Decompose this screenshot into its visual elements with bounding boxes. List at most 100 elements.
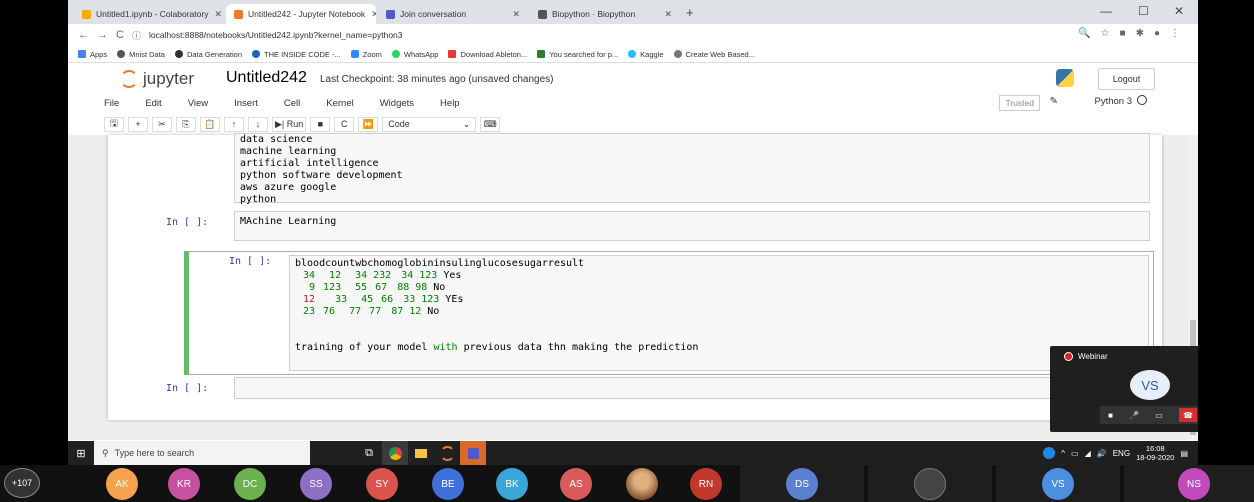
- more-participants-badge[interactable]: +107: [4, 468, 40, 498]
- bookmark-createweb[interactable]: Create Web Based...: [673, 50, 755, 59]
- star-icon[interactable]: ☆: [1101, 28, 1110, 39]
- task-view-icon[interactable]: ⧉: [356, 441, 382, 465]
- help-icon[interactable]: [1043, 447, 1056, 459]
- participant-avatar[interactable]: KR: [168, 468, 200, 500]
- close-icon[interactable]: ✕: [208, 9, 222, 20]
- url-field[interactable]: localhost:8888/notebooks/Untitled242.ipy…: [149, 30, 403, 40]
- code-cell-1[interactable]: data science machine learning artificial…: [116, 133, 1154, 205]
- stop-icon[interactable]: ■: [310, 116, 331, 132]
- jupyter-app-icon[interactable]: [434, 441, 460, 465]
- profile-icon[interactable]: ●: [1154, 28, 1160, 39]
- chrome-icon[interactable]: [382, 441, 408, 465]
- command-palette-icon[interactable]: ⌨: [480, 116, 501, 132]
- cell-input[interactable]: bloodcountwbchomoglobininsulinglucosesug…: [289, 255, 1149, 371]
- volume-icon[interactable]: 🔊: [1097, 449, 1107, 458]
- taskbar-search[interactable]: ⚲ Type here to search: [94, 441, 310, 465]
- participant-photo-avatar[interactable]: [914, 468, 946, 500]
- bookmark-apps[interactable]: Apps: [78, 50, 107, 59]
- cell-type-select[interactable]: Code ⌄: [382, 116, 477, 132]
- menu-insert[interactable]: Insert: [234, 98, 258, 109]
- menu-help[interactable]: Help: [440, 98, 460, 109]
- menu-file[interactable]: File: [104, 98, 119, 109]
- participant-avatar[interactable]: BK: [496, 468, 528, 500]
- jupyter-logo[interactable]: jupyter: [120, 69, 194, 89]
- bookmark-search[interactable]: You searched for p...: [537, 50, 618, 59]
- tab-teams[interactable]: Join conversation ✕: [378, 4, 528, 24]
- code-cell-3-selected[interactable]: In [ ]: bloodcountwbchomoglobininsulingl…: [184, 251, 1154, 375]
- participant-avatar[interactable]: NS: [1178, 468, 1210, 500]
- new-tab-icon[interactable]: +: [686, 5, 694, 20]
- close-icon[interactable]: ✕: [506, 9, 520, 20]
- copy-icon[interactable]: ⎘: [176, 116, 196, 132]
- clock[interactable]: 16:08 18-09-2020: [1136, 444, 1174, 462]
- menu-edit[interactable]: Edit: [145, 98, 161, 109]
- participant-avatar[interactable]: AS: [560, 468, 592, 500]
- menu-cell[interactable]: Cell: [284, 98, 300, 109]
- kernel-name[interactable]: Python 3: [1095, 96, 1133, 107]
- participant-avatar[interactable]: SS: [300, 468, 332, 500]
- menu-widgets[interactable]: Widgets: [380, 98, 414, 109]
- participant-photo-avatar[interactable]: [626, 468, 658, 500]
- run-button[interactable]: ▶| Run: [272, 116, 307, 132]
- menu-kernel[interactable]: Kernel: [326, 98, 353, 109]
- tab-colab[interactable]: Untitled1.ipynb - Colaboratory ✕: [74, 4, 224, 24]
- tab-jupyter[interactable]: Untitled242 - Jupyter Notebook ✕: [226, 4, 376, 24]
- trusted-badge[interactable]: Trusted: [999, 95, 1040, 111]
- bookmark-zoom[interactable]: Zoom: [350, 50, 382, 59]
- language-indicator[interactable]: ENG: [1113, 449, 1130, 458]
- bookmark-whatsapp[interactable]: WhatsApp: [391, 50, 438, 59]
- notebook-title[interactable]: Untitled242: [226, 69, 307, 87]
- zoom-icon[interactable]: 🔍: [1078, 28, 1090, 39]
- pencil-icon[interactable]: ✎: [1050, 96, 1058, 107]
- chevron-up-icon[interactable]: ^: [1061, 449, 1065, 458]
- share-screen-icon[interactable]: ▭: [1155, 411, 1163, 420]
- participant-avatar[interactable]: BE: [432, 468, 464, 500]
- maximize-icon[interactable]: ☐: [1138, 4, 1149, 18]
- camera-icon[interactable]: ■: [1108, 411, 1113, 420]
- logout-button[interactable]: Logout: [1098, 68, 1155, 90]
- participant-avatar[interactable]: AK: [106, 468, 138, 500]
- cell-input[interactable]: [234, 377, 1150, 399]
- bookmark-insidecode[interactable]: THE INSIDE CODE -...: [252, 50, 341, 59]
- close-window-icon[interactable]: ✕: [1174, 4, 1184, 18]
- webinar-panel[interactable]: Webinar — VS ■ 🎤 ▭ ☎: [1050, 346, 1198, 432]
- battery-icon[interactable]: ▭: [1071, 449, 1079, 458]
- minimize-icon[interactable]: —: [1100, 4, 1112, 18]
- restart-icon[interactable]: C: [334, 116, 355, 132]
- file-explorer-icon[interactable]: [408, 441, 434, 465]
- move-down-icon[interactable]: ↓: [248, 116, 268, 132]
- hang-up-icon[interactable]: ☎: [1178, 408, 1197, 422]
- participant-avatar[interactable]: SY: [366, 468, 398, 500]
- nav-arrows-icon[interactable]: ←→C: [78, 29, 132, 41]
- participant-avatar[interactable]: DS: [786, 468, 818, 500]
- bookmark-kaggle[interactable]: Kaggle: [628, 50, 664, 59]
- notifications-icon[interactable]: ▤: [1180, 449, 1188, 458]
- fast-forward-icon[interactable]: ⏩: [358, 116, 379, 132]
- bookmark-mnist[interactable]: Mnist Data: [117, 50, 165, 59]
- menu-view[interactable]: View: [188, 98, 208, 109]
- cut-icon[interactable]: ✂: [152, 116, 172, 132]
- network-icon[interactable]: ◢: [1085, 449, 1091, 458]
- bookmark-datagen[interactable]: Data Generation: [174, 50, 242, 59]
- cell-input[interactable]: MAchine Learning: [234, 211, 1150, 241]
- participant-avatar[interactable]: DC: [234, 468, 266, 500]
- paste-icon[interactable]: 📋: [200, 116, 220, 132]
- move-up-icon[interactable]: ↑: [224, 116, 244, 132]
- windows-start-icon[interactable]: ⊞: [68, 441, 94, 465]
- cell-input[interactable]: data science machine learning artificial…: [234, 133, 1150, 205]
- mic-icon[interactable]: 🎤: [1129, 411, 1139, 420]
- close-icon[interactable]: ✕: [658, 9, 672, 20]
- insert-cell-icon[interactable]: +: [128, 116, 148, 132]
- extension-icon[interactable]: ■: [1120, 28, 1126, 39]
- participant-avatar[interactable]: VS: [1042, 468, 1074, 500]
- save-icon[interactable]: 🖫: [104, 116, 124, 132]
- teams-app-icon[interactable]: [460, 441, 486, 465]
- close-icon[interactable]: ✕: [365, 9, 376, 20]
- code-cell-2[interactable]: In [ ]: MAchine Learning: [116, 211, 1154, 241]
- code-cell-4[interactable]: In [ ]:: [116, 377, 1154, 399]
- bookmark-ableton[interactable]: Download Ableton...: [448, 50, 527, 59]
- tab-biopython[interactable]: Biopython · Biopython ✕: [530, 4, 680, 24]
- more-icon[interactable]: ⋮: [1170, 28, 1180, 39]
- participant-avatar[interactable]: RN: [690, 468, 722, 500]
- puzzle-icon[interactable]: ✱: [1136, 28, 1144, 39]
